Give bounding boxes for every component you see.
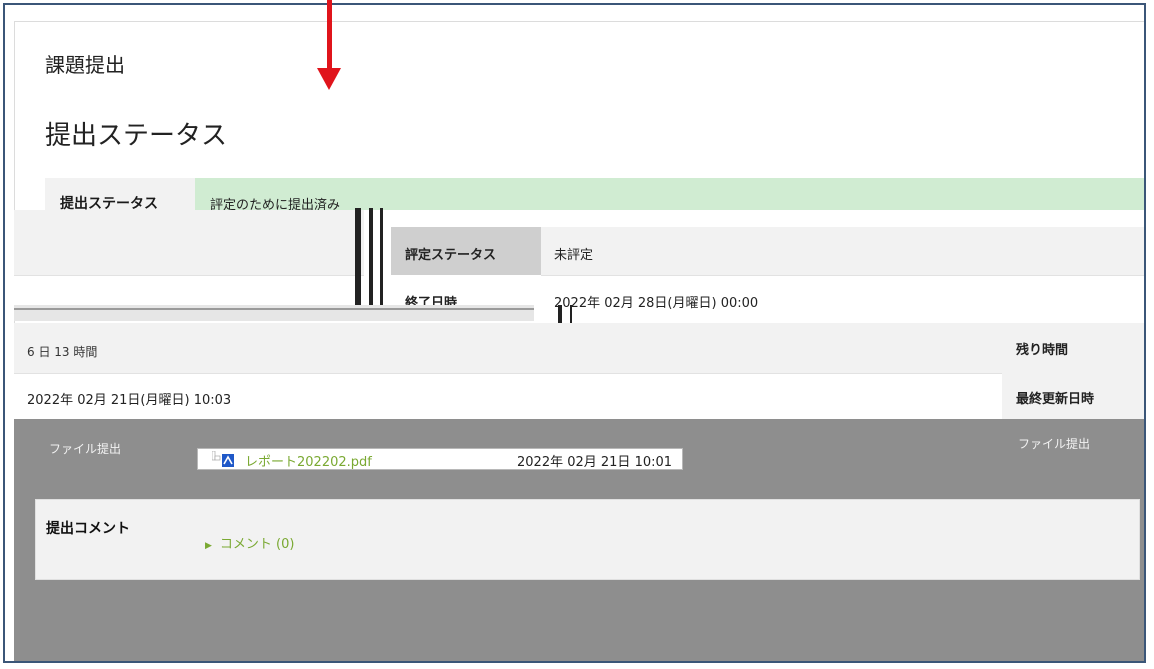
time-remaining-row [14,323,1144,373]
grading-status-value: 未評定 [554,248,594,263]
section-heading: 提出ステータス [45,121,228,151]
page-title: 課題提出 [45,53,125,77]
file-date: 2022年 02月 21日 10:01 [517,455,673,470]
glitch-artifact [14,308,534,310]
glitch-artifact [380,208,383,305]
submission-comments-card [35,499,1140,580]
last-modified-label: 最終更新日時 [1016,392,1095,407]
triangle-right-icon: ▶ [205,541,212,551]
grading-status-row-left [14,210,364,275]
file-link[interactable]: レポート202202.pdf [245,451,372,470]
time-remaining-value: 6 日 13 時間 [27,345,98,359]
due-date-value: 2022年 02月 28日(月曜日) 00:00 [554,296,759,311]
glitch-artifact [369,208,373,305]
pdf-icon [212,451,234,467]
screenshot-frame: 課題提出 提出ステータス 提出ステータス 評定のために提出済み 評定ステータス … [3,3,1146,663]
comments-toggle-label: コメント (0) [219,537,295,552]
file-submission-label-right: ファイル提出 [1018,437,1091,451]
grading-status-row [541,227,1144,275]
grading-status-label: 評定ステータス [405,248,497,263]
annotation-arrow-head-icon [317,68,341,90]
last-modified-value: 2022年 02月 21日(月曜日) 10:03 [27,393,232,408]
glitch-artifact [355,208,361,305]
file-submission-label-left: ファイル提出 [49,442,122,456]
row-divider [14,275,364,306]
comments-toggle[interactable]: ▶ コメント (0) [205,533,294,552]
time-remaining-label: 残り時間 [1016,343,1069,358]
submission-comments-label: 提出コメント [46,521,130,537]
annotation-arrow-shaft [327,0,332,70]
